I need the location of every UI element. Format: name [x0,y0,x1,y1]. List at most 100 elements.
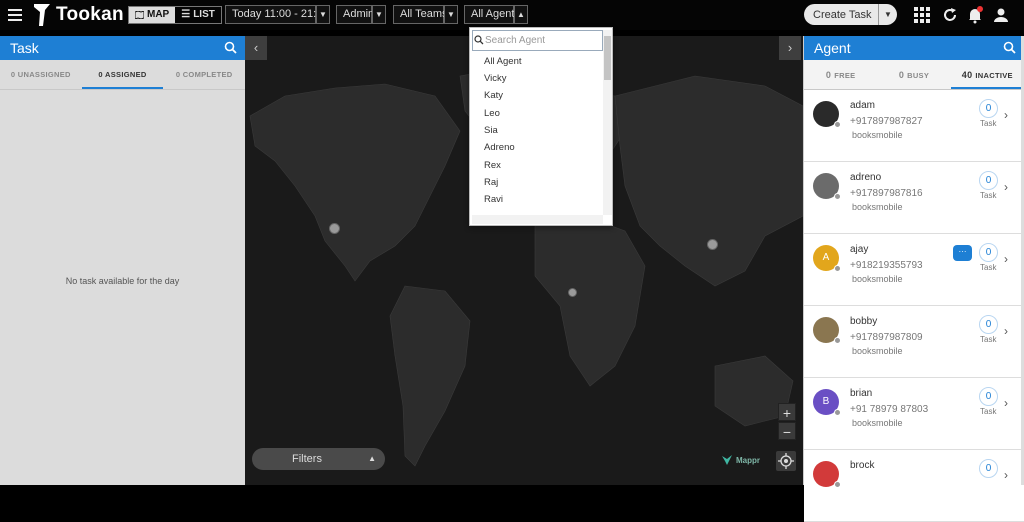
task-panel-title: Task [10,40,39,56]
dropdown-option[interactable]: Katy [484,90,503,101]
agent-location-marker[interactable] [329,223,340,234]
agent-location-marker[interactable] [568,288,577,297]
filters-caret-up-icon: ▲ [368,454,376,463]
agent-org: booksmobile [852,130,903,140]
zoom-in-button[interactable]: + [778,403,796,421]
avatar [813,101,841,128]
agent-row[interactable]: Bbrian +91 78979 87803 booksmobile 0 Task › [804,378,1024,450]
chevron-right-icon[interactable]: › [1004,396,1008,410]
tab-busy[interactable]: 0 BUSY [877,60,950,89]
list-view-button[interactable]: ☰ LIST [175,7,221,23]
filters-button[interactable]: Filters ▲ [252,448,385,470]
agent-row[interactable]: bobby +917897987809 booksmobile 0 Task › [804,306,1024,378]
agent-location-marker[interactable] [707,239,718,250]
status-dot [834,121,841,128]
tab-assigned[interactable]: 0 ASSIGNED [81,60,164,89]
agent-phone: +91 78979 87803 [850,404,929,415]
collapse-right-panel-button[interactable]: › [779,36,801,60]
agent-org: booksmobile [852,346,903,356]
agent-task-count[interactable]: 0 [979,171,998,190]
create-task-caret-icon[interactable]: ▼ [878,4,897,25]
avatar [813,173,841,200]
status-dot [834,193,841,200]
agent-task-label: Task [980,335,997,344]
tab-free[interactable]: 0 FREE [804,60,877,89]
agent-row[interactable]: adam +917897987827 booksmobile 0 Task › [804,90,1024,162]
dropdown-vertical-scrollbar[interactable] [603,30,612,215]
status-dot [834,337,841,344]
apps-grid-icon[interactable] [913,6,931,24]
dropdown-option[interactable]: Vicky [484,73,507,84]
agent-caret-up-icon[interactable]: ▲ [514,5,528,24]
agent-row[interactable]: brock 0 › [804,450,1024,522]
admin-selector[interactable]: Admin [336,5,374,24]
agent-row[interactable]: Aajay +918219355793 booksmobile ··· 0 Task › [804,234,1024,306]
agent-phone: +918219355793 [850,260,923,271]
date-range-caret-icon[interactable]: ▼ [316,5,330,24]
agent-task-count[interactable]: 0 [979,387,998,406]
avatar: A [813,245,841,272]
empty-task-message: No task available for the day [65,276,180,286]
dropdown-option[interactable]: Sia [484,125,498,136]
tab-inactive[interactable]: 40 INACTIVE [950,60,1024,89]
dropdown-option[interactable]: Adreno [484,142,515,153]
agent-tabs: 0 FREE 0 BUSY 40 INACTIVE [804,60,1024,90]
collapse-left-panel-button[interactable]: ‹ [245,36,267,60]
dropdown-option[interactable]: Rex [484,160,501,171]
task-search-icon[interactable] [224,41,237,54]
crosshair-icon [778,453,794,469]
agent-task-label: Task [980,407,997,416]
agent-phone: +917897987816 [850,188,923,199]
dropdown-option[interactable]: Raj [484,177,498,188]
agent-search-icon[interactable] [1003,41,1016,54]
hamburger-menu-icon[interactable] [8,9,22,21]
admin-caret-icon[interactable]: ▼ [372,5,386,24]
dropdown-horizontal-scrollbar[interactable] [472,215,603,224]
tab-unassigned[interactable]: 0 UNASSIGNED [0,60,82,89]
dropdown-option[interactable]: Ravi [484,194,503,205]
user-profile-icon[interactable] [992,6,1010,24]
teams-selector[interactable]: All Teams [393,5,447,24]
chevron-right-icon[interactable]: › [1004,108,1008,122]
agent-selector[interactable]: All Agent [464,5,514,24]
chat-icon[interactable]: ··· [953,245,972,261]
chevron-right-icon[interactable]: › [1004,180,1008,194]
tab-completed[interactable]: 0 COMPLETED [163,60,245,89]
tookan-logo: Tookan [32,2,124,28]
agent-name: bobby [850,316,878,327]
agent-org: booksmobile [852,274,903,284]
notification-bell-icon[interactable] [966,6,984,24]
locate-me-button[interactable] [776,451,796,471]
agent-panel-title: Agent [814,40,851,56]
zoom-out-button[interactable]: − [778,422,796,440]
agent-task-count[interactable]: 0 [979,243,998,262]
agent-task-count[interactable]: 0 [979,459,998,478]
list-icon: ☰ [181,9,191,20]
agent-name: ajay [850,244,869,255]
agent-task-count[interactable]: 0 [979,99,998,118]
dropdown-option[interactable]: Leo [484,108,500,119]
refresh-icon[interactable] [941,6,959,24]
agent-panel-header: Agent [804,36,1024,60]
chevron-right-icon[interactable]: › [1004,324,1008,338]
agent-org: booksmobile [852,418,903,428]
status-dot [834,409,841,416]
agent-task-label: Task [980,119,997,128]
teams-caret-icon[interactable]: ▼ [444,5,458,24]
agent-name: adreno [850,172,882,183]
create-task-button[interactable]: Create Task ▼ [804,4,897,25]
date-range-selector[interactable]: Today 11:00 - 21:00 [225,5,328,24]
agent-org: booksmobile [852,202,903,212]
agent-task-label: Task [980,191,997,200]
agent-phone: +917897987827 [850,116,923,127]
status-dot [834,265,841,272]
dropdown-option[interactable]: All Agent [484,56,522,67]
agent-task-count[interactable]: 0 [979,315,998,334]
top-bar: Tookan MAP ☰ LIST Today 11:00 - 21:00 ▼ … [0,0,1024,30]
mappr-bird-icon [722,455,732,465]
agent-row[interactable]: adreno +917897987816 booksmobile 0 Task › [804,162,1024,234]
map-view-button[interactable]: MAP [129,7,176,23]
chevron-right-icon[interactable]: › [1004,252,1008,266]
chevron-right-icon[interactable]: › [1004,468,1008,482]
agent-search-input[interactable]: Search Agent [472,30,603,51]
